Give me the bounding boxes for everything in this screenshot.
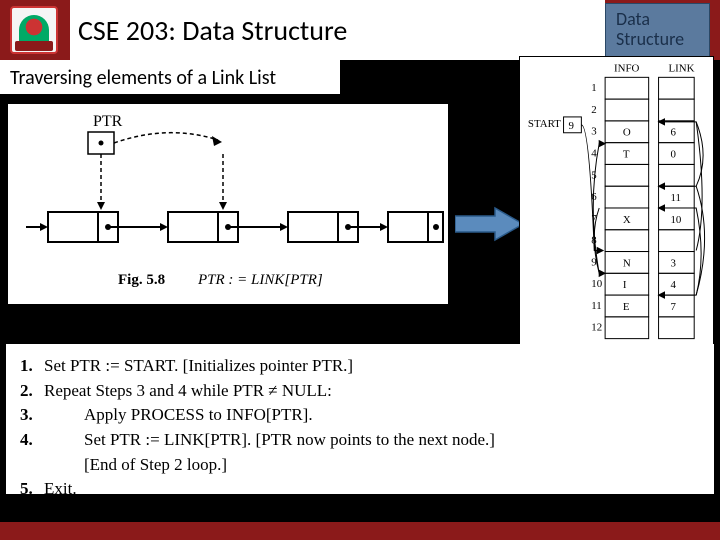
info-cell: O xyxy=(623,127,631,139)
link-cell: 0 xyxy=(670,149,676,161)
row-index: 3 xyxy=(591,126,597,138)
algo-step-text: Repeat Steps 3 and 4 while PTR ≠ NULL: xyxy=(44,379,700,404)
link-cell: 6 xyxy=(670,127,676,139)
figure-caption-prefix: Fig. 5.8 xyxy=(118,272,165,288)
algo-step-number: 2. xyxy=(20,379,44,404)
course-title: CSE 203: Data Structure xyxy=(70,0,605,60)
algo-step-text: Exit. xyxy=(44,477,700,502)
link-cell: 11 xyxy=(670,192,680,204)
link-cell: 3 xyxy=(670,257,676,269)
start-value: 9 xyxy=(568,120,573,132)
col-info: INFO xyxy=(614,62,640,74)
arrow-icon xyxy=(455,204,525,244)
algorithm-panel: 1.Set PTR := START. [Initializes pointer… xyxy=(6,344,714,494)
algo-step-number: 3. xyxy=(20,403,44,428)
algo-line: 2.Repeat Steps 3 and 4 while PTR ≠ NULL: xyxy=(20,379,700,404)
algo-step-text: [End of Step 2 loop.] xyxy=(44,453,700,478)
badge-line2: Structure xyxy=(616,30,699,50)
info-cell: X xyxy=(623,214,631,226)
link-cell: 10 xyxy=(670,214,681,226)
row-index: 1 xyxy=(591,82,596,94)
row-index: 12 xyxy=(591,322,602,334)
algo-line: 4.Set PTR := LINK[PTR]. [PTR now points … xyxy=(20,428,700,453)
algo-step-text: Set PTR := LINK[PTR]. [PTR now points to… xyxy=(44,428,700,453)
info-cell: N xyxy=(623,257,631,269)
col-link: LINK xyxy=(668,62,694,74)
topic-badge: Data Structure xyxy=(605,3,710,57)
ptr-label: PTR xyxy=(93,113,123,130)
info-cell: E xyxy=(623,301,630,313)
link-cell: 4 xyxy=(670,279,676,291)
info-cell: T xyxy=(623,149,630,161)
footer-bar xyxy=(0,522,720,540)
header-bar: CSE 203: Data Structure Data Structure xyxy=(0,0,720,60)
algo-step-text: Set PTR := START. [Initializes pointer P… xyxy=(44,354,700,379)
algo-line: 5.Exit. xyxy=(20,477,700,502)
row-index: 11 xyxy=(591,300,601,312)
algo-line: [End of Step 2 loop.] xyxy=(20,453,700,478)
link-cell: 7 xyxy=(670,301,676,313)
start-label: START xyxy=(528,118,561,130)
algo-step-number: 4. xyxy=(20,428,44,453)
slide-content: PTR Fig. 5.8 PTR : = LINK[PTR] xyxy=(0,94,720,514)
row-index: 10 xyxy=(591,278,602,290)
array-table-diagram: INFO LINK START 9 123O64T056117X1089N310… xyxy=(519,56,714,356)
linked-list-diagram: PTR Fig. 5.8 PTR : = LINK[PTR] xyxy=(8,104,448,304)
info-cell: I xyxy=(623,279,627,291)
slide-subtitle: Traversing elements of a Link List xyxy=(0,60,340,94)
algo-step-text: Apply PROCESS to INFO[PTR]. xyxy=(44,403,700,428)
algo-step-number: 1. xyxy=(20,354,44,379)
algo-line: 3.Apply PROCESS to INFO[PTR]. xyxy=(20,403,700,428)
algo-step-number xyxy=(20,453,44,478)
figure-caption-expr: PTR : = LINK[PTR] xyxy=(197,272,323,288)
row-index: 2 xyxy=(591,104,596,116)
algo-step-number: 5. xyxy=(20,477,44,502)
algo-line: 1.Set PTR := START. [Initializes pointer… xyxy=(20,354,700,379)
university-logo xyxy=(10,6,58,54)
